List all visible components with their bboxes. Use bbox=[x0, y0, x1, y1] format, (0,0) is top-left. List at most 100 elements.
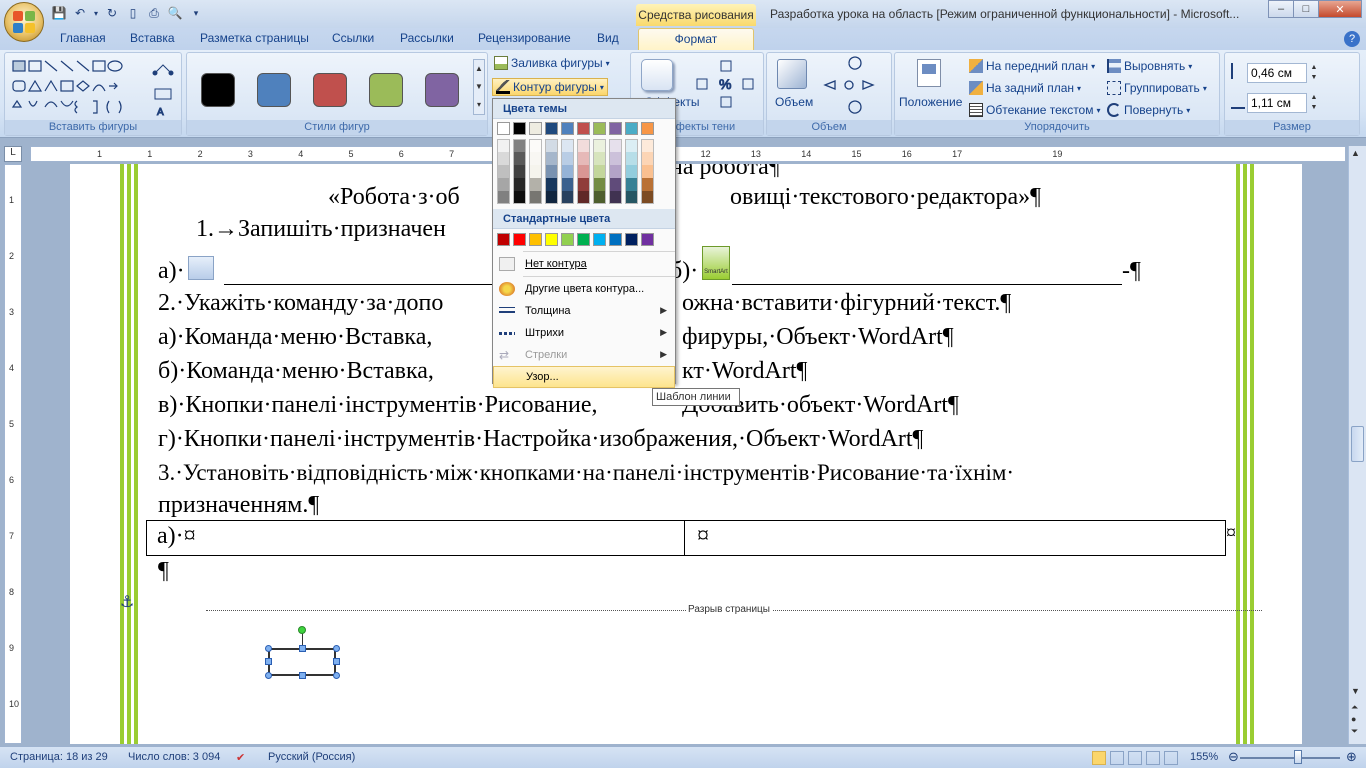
group-button[interactable]: Группировать ▾ bbox=[1107, 81, 1207, 95]
theme-shade-swatch[interactable] bbox=[593, 191, 606, 204]
standard-color-swatch[interactable] bbox=[593, 233, 606, 246]
resize-handle-se[interactable] bbox=[333, 672, 340, 679]
status-word-count[interactable]: Число слов: 3 094 bbox=[128, 751, 220, 763]
theme-shade-swatch[interactable] bbox=[609, 191, 622, 204]
theme-shade-swatch[interactable] bbox=[561, 191, 574, 204]
scroll-up-icon[interactable]: ▲ bbox=[1351, 148, 1360, 158]
theme-shade-swatch[interactable] bbox=[577, 191, 590, 204]
status-page-count[interactable]: Страница: 18 из 29 bbox=[10, 751, 108, 763]
theme-shade-swatch[interactable] bbox=[545, 152, 558, 165]
send-back-button[interactable]: На задний план ▾ bbox=[969, 81, 1081, 95]
width-spinner-icon[interactable]: ▲ ▼ bbox=[1309, 93, 1319, 113]
theme-shade-swatch[interactable] bbox=[641, 178, 654, 191]
standard-color-swatch[interactable] bbox=[625, 233, 638, 246]
zoom-in-icon[interactable]: ⊕ bbox=[1346, 749, 1357, 765]
shadow-effects-icon[interactable] bbox=[641, 59, 673, 91]
theme-shade-swatch[interactable] bbox=[625, 191, 638, 204]
tab-view[interactable]: Вид bbox=[597, 31, 619, 45]
theme-shade-swatch[interactable] bbox=[561, 152, 574, 165]
maximize-button[interactable]: □ bbox=[1293, 0, 1319, 18]
minimize-button[interactable]: – bbox=[1268, 0, 1294, 18]
customize-qat-icon[interactable]: ▾ bbox=[187, 4, 205, 22]
undo-icon[interactable]: ↶ bbox=[71, 4, 89, 22]
standard-color-swatch[interactable] bbox=[561, 233, 574, 246]
horizontal-ruler[interactable]: 1123456789101112131415161719 bbox=[30, 146, 1346, 162]
shadow-nudge-icons[interactable]: % bbox=[693, 57, 763, 117]
resize-handle-ne[interactable] bbox=[333, 645, 340, 652]
theme-shade-swatch[interactable] bbox=[513, 152, 526, 165]
theme-color-swatch[interactable] bbox=[577, 122, 590, 135]
scrollbar-thumb[interactable] bbox=[1351, 426, 1364, 462]
theme-shade-swatch[interactable] bbox=[641, 165, 654, 178]
theme-shade-swatch[interactable] bbox=[497, 191, 510, 204]
theme-shade-swatch[interactable] bbox=[641, 139, 654, 152]
theme-shade-swatch[interactable] bbox=[641, 152, 654, 165]
theme-shade-swatch[interactable] bbox=[529, 139, 542, 152]
height-spinner-icon[interactable]: ▲ ▼ bbox=[1309, 63, 1319, 83]
theme-shade-swatch[interactable] bbox=[577, 178, 590, 191]
theme-shade-swatch[interactable] bbox=[529, 165, 542, 178]
full-screen-reading-icon[interactable] bbox=[1110, 751, 1124, 765]
theme-shade-swatch[interactable] bbox=[577, 139, 590, 152]
theme-shade-swatch[interactable] bbox=[577, 152, 590, 165]
position-button-label[interactable]: Положение bbox=[899, 95, 962, 109]
resize-handle-w[interactable] bbox=[265, 658, 272, 665]
theme-shade-swatch[interactable] bbox=[561, 178, 574, 191]
standard-color-swatch[interactable] bbox=[577, 233, 590, 246]
style-swatch-red[interactable] bbox=[313, 73, 347, 107]
menu-item-more-colors[interactable]: Другие цвета контура... bbox=[493, 278, 675, 300]
theme-shade-swatch[interactable] bbox=[593, 165, 606, 178]
theme-color-swatch[interactable] bbox=[593, 122, 606, 135]
theme-color-swatch[interactable] bbox=[641, 122, 654, 135]
volume-button-label[interactable]: Объем bbox=[775, 95, 813, 109]
vertical-scrollbar[interactable]: ▲ ▼ ⏶ ● ⏷ bbox=[1348, 146, 1366, 744]
zoom-out-icon[interactable]: ⊖ bbox=[1228, 749, 1239, 765]
menu-item-weight[interactable]: Толщина ▶ bbox=[493, 300, 675, 322]
text-wrap-button[interactable]: Обтекание текстом ▾ bbox=[969, 103, 1101, 117]
theme-shade-swatch[interactable] bbox=[529, 152, 542, 165]
save-icon[interactable]: 💾 bbox=[50, 4, 68, 22]
theme-shade-swatch[interactable] bbox=[497, 178, 510, 191]
theme-shade-swatch[interactable] bbox=[577, 165, 590, 178]
select-browse-object-icon[interactable]: ● bbox=[1351, 714, 1356, 724]
rotation-handle[interactable] bbox=[298, 626, 306, 634]
resize-handle-nw[interactable] bbox=[265, 645, 272, 652]
align-button[interactable]: Выровнять ▾ bbox=[1107, 59, 1192, 73]
theme-color-swatch[interactable] bbox=[609, 122, 622, 135]
tab-home[interactable]: Главная bbox=[60, 31, 106, 45]
document-page[interactable]: на робота¶ «Робота·з·об овищі·текстового… bbox=[70, 164, 1302, 744]
standard-color-swatch[interactable] bbox=[545, 233, 558, 246]
close-button[interactable]: ✕ bbox=[1318, 0, 1362, 18]
bring-front-button[interactable]: На передний план ▾ bbox=[969, 59, 1095, 73]
menu-item-dashes[interactable]: Штрихи ▶ bbox=[493, 322, 675, 344]
theme-shade-swatch[interactable] bbox=[609, 139, 622, 152]
theme-shade-swatch[interactable] bbox=[545, 139, 558, 152]
theme-shade-swatch[interactable] bbox=[545, 191, 558, 204]
shape-height-input[interactable] bbox=[1247, 63, 1307, 83]
previous-page-icon[interactable]: ⏶ bbox=[1351, 702, 1358, 713]
theme-shade-swatch[interactable] bbox=[625, 152, 638, 165]
tab-selector-icon[interactable]: L bbox=[4, 146, 22, 162]
theme-shade-swatch[interactable] bbox=[497, 139, 510, 152]
web-layout-icon[interactable] bbox=[1128, 751, 1142, 765]
tab-mailings[interactable]: Рассылки bbox=[400, 31, 454, 45]
style-swatch-green[interactable] bbox=[369, 73, 403, 107]
standard-color-swatch[interactable] bbox=[497, 233, 510, 246]
standard-color-swatch[interactable] bbox=[609, 233, 622, 246]
shape-fill-button[interactable]: Заливка фигуры ▾ bbox=[494, 56, 610, 70]
table-cell-1[interactable]: а)·¤ bbox=[147, 521, 685, 555]
theme-color-swatch[interactable] bbox=[545, 122, 558, 135]
redo-icon[interactable]: ↻ bbox=[103, 4, 121, 22]
table-cell-2[interactable]: ¤ bbox=[687, 521, 719, 555]
theme-shade-swatch[interactable] bbox=[609, 165, 622, 178]
scroll-down-icon[interactable]: ▼ bbox=[1351, 686, 1360, 696]
vertical-ruler[interactable]: 1 2 3 4 5 6 7 8 9 10 bbox=[4, 164, 22, 744]
standard-color-swatch[interactable] bbox=[641, 233, 654, 246]
theme-shade-swatch[interactable] bbox=[641, 191, 654, 204]
office-button[interactable] bbox=[4, 2, 44, 42]
outline-view-icon[interactable] bbox=[1146, 751, 1160, 765]
resize-handle-sw[interactable] bbox=[265, 672, 272, 679]
theme-shade-swatch[interactable] bbox=[529, 191, 542, 204]
theme-shade-swatch[interactable] bbox=[513, 178, 526, 191]
theme-shade-swatch[interactable] bbox=[545, 165, 558, 178]
